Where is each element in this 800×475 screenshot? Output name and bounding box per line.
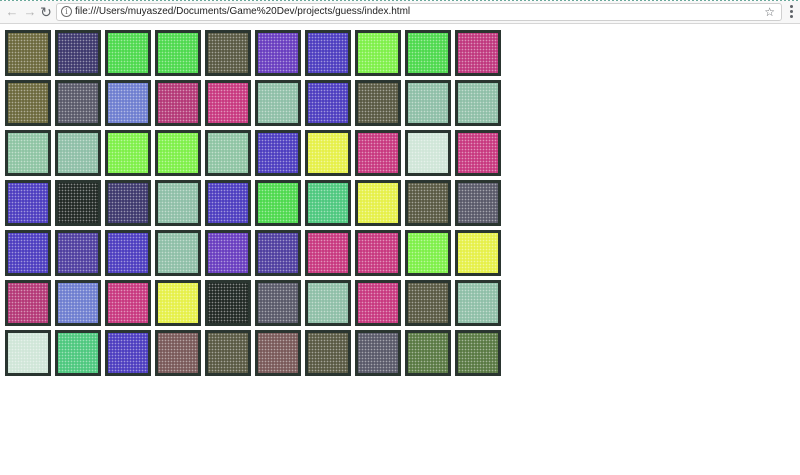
url-text[interactable]: file:///Users/muyaszed/Documents/Game%20…	[75, 5, 410, 19]
color-tile[interactable]	[255, 330, 301, 376]
color-tile[interactable]	[305, 80, 351, 126]
color-tile[interactable]	[105, 230, 151, 276]
color-tile[interactable]	[55, 30, 101, 76]
color-tile[interactable]	[255, 230, 301, 276]
color-tile[interactable]	[355, 130, 401, 176]
color-tile[interactable]	[455, 130, 501, 176]
tile-grid	[5, 30, 501, 376]
color-tile[interactable]	[205, 230, 251, 276]
info-icon[interactable]: i	[61, 6, 72, 17]
color-tile[interactable]	[155, 180, 201, 226]
color-tile[interactable]	[205, 330, 251, 376]
color-tile[interactable]	[355, 230, 401, 276]
color-tile[interactable]	[355, 280, 401, 326]
color-tile[interactable]	[455, 230, 501, 276]
color-tile[interactable]	[305, 130, 351, 176]
color-tile[interactable]	[5, 330, 51, 376]
color-tile[interactable]	[355, 180, 401, 226]
color-tile[interactable]	[455, 280, 501, 326]
color-tile[interactable]	[155, 230, 201, 276]
color-tile[interactable]	[455, 30, 501, 76]
color-tile[interactable]	[155, 80, 201, 126]
color-tile[interactable]	[205, 30, 251, 76]
color-tile[interactable]	[105, 280, 151, 326]
color-tile[interactable]	[355, 330, 401, 376]
color-tile[interactable]	[305, 330, 351, 376]
color-tile[interactable]	[255, 130, 301, 176]
address-bar[interactable]: i file:///Users/muyaszed/Documents/Game%…	[56, 3, 782, 21]
color-tile[interactable]	[405, 130, 451, 176]
color-tile[interactable]	[405, 30, 451, 76]
color-tile[interactable]	[305, 180, 351, 226]
color-tile[interactable]	[355, 30, 401, 76]
color-tile[interactable]	[105, 80, 151, 126]
color-tile[interactable]	[455, 80, 501, 126]
color-tile[interactable]	[155, 130, 201, 176]
color-tile[interactable]	[55, 280, 101, 326]
color-tile[interactable]	[5, 230, 51, 276]
reload-icon[interactable]: ↻	[38, 4, 54, 20]
color-tile[interactable]	[155, 330, 201, 376]
color-tile[interactable]	[355, 80, 401, 126]
color-tile[interactable]	[5, 130, 51, 176]
arrow-left-icon[interactable]: ←	[4, 4, 20, 20]
color-tile[interactable]	[405, 180, 451, 226]
color-tile[interactable]	[455, 330, 501, 376]
color-tile[interactable]	[405, 280, 451, 326]
color-tile[interactable]	[5, 30, 51, 76]
color-tile[interactable]	[205, 80, 251, 126]
color-tile[interactable]	[5, 180, 51, 226]
arrow-right-icon[interactable]: →	[22, 4, 38, 20]
color-tile[interactable]	[255, 30, 301, 76]
color-tile[interactable]	[205, 130, 251, 176]
color-tile[interactable]	[105, 330, 151, 376]
color-tile[interactable]	[405, 80, 451, 126]
color-tile[interactable]	[155, 280, 201, 326]
color-tile[interactable]	[55, 330, 101, 376]
color-tile[interactable]	[55, 180, 101, 226]
color-tile[interactable]	[205, 180, 251, 226]
color-tile[interactable]	[55, 130, 101, 176]
browser-toolbar: ← → ↻ i file:///Users/muyaszed/Documents…	[0, 0, 800, 24]
color-tile[interactable]	[105, 130, 151, 176]
toolbar-top-border	[0, 0, 800, 1]
color-tile[interactable]	[55, 230, 101, 276]
color-tile[interactable]	[305, 30, 351, 76]
color-tile[interactable]	[105, 30, 151, 76]
color-tile[interactable]	[255, 180, 301, 226]
color-tile[interactable]	[305, 280, 351, 326]
color-tile[interactable]	[455, 180, 501, 226]
color-tile[interactable]	[5, 80, 51, 126]
color-tile[interactable]	[155, 30, 201, 76]
color-tile[interactable]	[255, 280, 301, 326]
color-tile[interactable]	[405, 330, 451, 376]
star-icon[interactable]: ☆	[764, 4, 775, 20]
color-tile[interactable]	[255, 80, 301, 126]
color-tile[interactable]	[5, 280, 51, 326]
color-tile[interactable]	[405, 230, 451, 276]
color-tile[interactable]	[55, 80, 101, 126]
color-tile[interactable]	[305, 230, 351, 276]
kebab-menu-icon[interactable]	[786, 5, 796, 19]
color-tile[interactable]	[105, 180, 151, 226]
color-tile[interactable]	[205, 280, 251, 326]
